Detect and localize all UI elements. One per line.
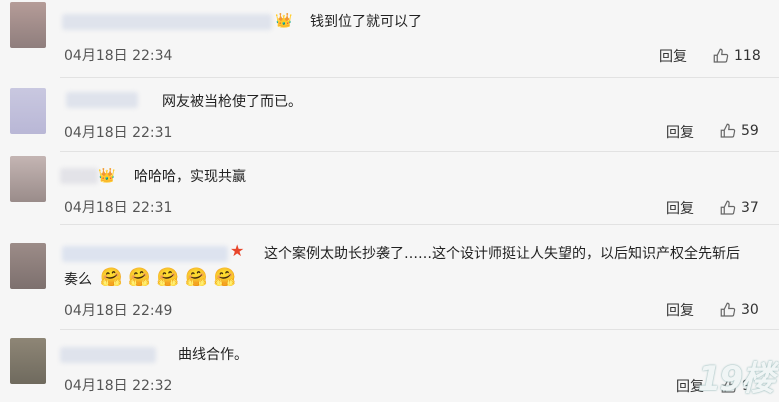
thumbs-up-icon xyxy=(720,302,736,317)
thumbs-up-icon xyxy=(713,48,729,63)
like-button[interactable]: 30 xyxy=(719,301,759,319)
username[interactable] xyxy=(62,14,272,30)
comment-item: 网友被当枪使了而已。 04月18日 22:31 回复 59 xyxy=(0,78,779,151)
thumbs-up-icon xyxy=(720,200,736,215)
like-button[interactable]: 37 xyxy=(719,199,759,217)
reply-button[interactable]: 回复 xyxy=(666,198,694,218)
comment-time: 04月18日 22:32 xyxy=(64,378,173,394)
comment-item: 👑 哈哈哈，实现共赢 04月18日 22:31 回复 37 xyxy=(0,152,779,224)
watermark-logo: 19楼 xyxy=(697,359,775,399)
like-count: 59 xyxy=(741,123,759,139)
reply-button[interactable]: 回复 xyxy=(666,122,694,142)
comment-text: 这个案例太助长抄袭了……这个设计师挺让人失望的，以后知识产权全先斩后 xyxy=(264,246,740,262)
like-count: 118 xyxy=(734,48,761,64)
comment-time: 04月18日 22:31 xyxy=(64,200,173,216)
comment-item: 曲线合作。 04月18日 22:32 回复 9 xyxy=(0,330,779,402)
avatar[interactable] xyxy=(10,156,46,202)
like-button[interactable]: 118 xyxy=(712,47,761,65)
username[interactable] xyxy=(62,246,228,262)
comment-item: 👑 钱到位了就可以了 04月18日 22:34 回复 118 xyxy=(0,0,779,78)
comment-time: 04月18日 22:49 xyxy=(64,303,173,319)
comment-text-line2: 奏么 xyxy=(64,272,92,288)
avatar[interactable] xyxy=(10,88,46,134)
comment-time: 04月18日 22:34 xyxy=(64,48,173,64)
avatar[interactable] xyxy=(10,338,46,384)
comment-item: ★ 这个案例太助长抄袭了……这个设计师挺让人失望的，以后知识产权全先斩后 奏么 … xyxy=(0,225,779,329)
username[interactable] xyxy=(60,347,156,363)
avatar[interactable] xyxy=(10,243,46,289)
username[interactable] xyxy=(66,92,138,108)
thumbs-up-icon xyxy=(720,123,736,138)
comment-text: 哈哈哈，实现共赢 xyxy=(134,169,246,185)
crown-badge-icon: 👑 xyxy=(275,13,293,29)
reply-button[interactable]: 回复 xyxy=(666,300,694,320)
username[interactable] xyxy=(60,168,98,184)
reply-button[interactable]: 回复 xyxy=(659,46,687,66)
star-badge-icon: ★ xyxy=(230,241,245,260)
like-button[interactable]: 59 xyxy=(719,122,759,140)
crown-badge-icon: 👑 xyxy=(98,168,116,184)
emoji-row: 🤗🤗🤗🤗🤗 xyxy=(100,267,243,288)
comment-text: 曲线合作。 xyxy=(178,347,248,363)
like-count: 30 xyxy=(741,302,759,318)
comment-time: 04月18日 22:31 xyxy=(64,125,173,141)
comment-text: 网友被当枪使了而已。 xyxy=(162,94,302,110)
avatar[interactable] xyxy=(10,2,46,48)
comment-text: 钱到位了就可以了 xyxy=(310,14,422,30)
like-count: 37 xyxy=(741,200,759,216)
